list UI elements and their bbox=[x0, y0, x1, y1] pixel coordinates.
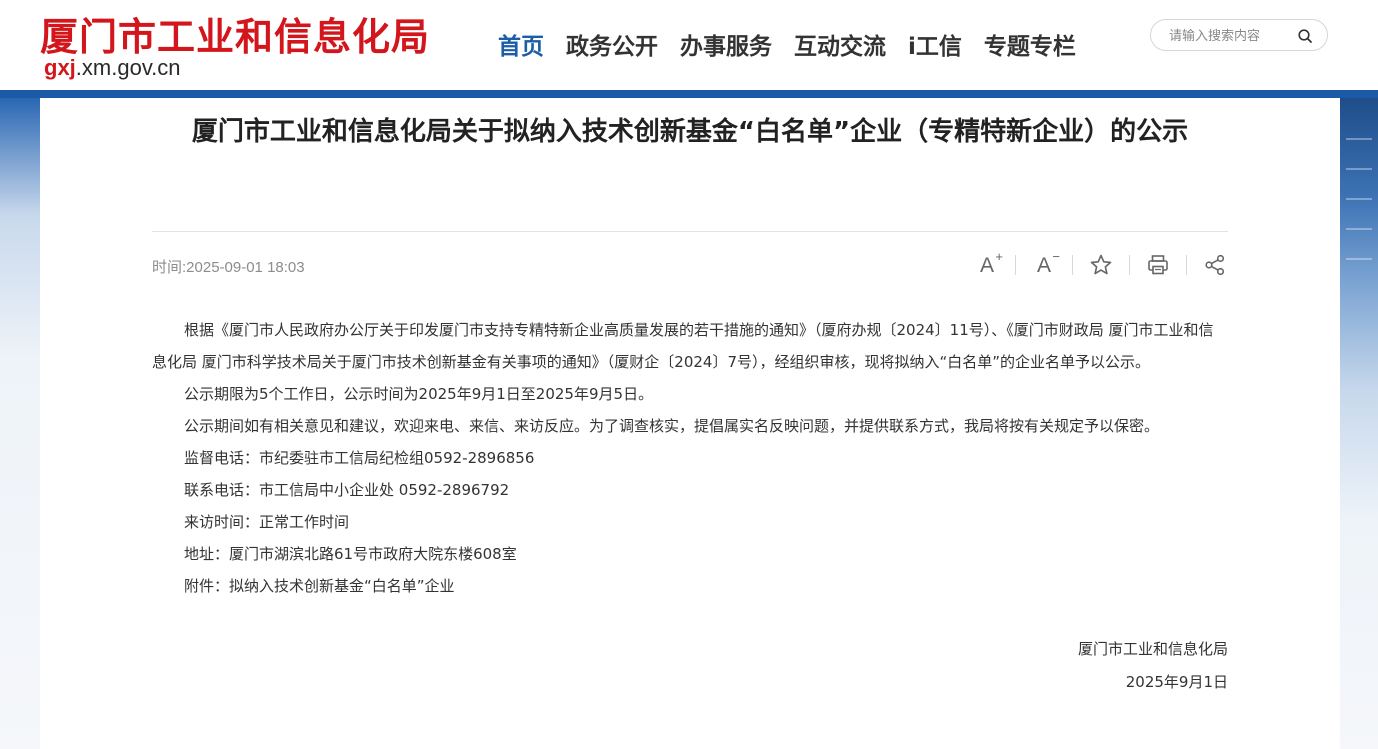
font-increase-button[interactable]: A + bbox=[974, 248, 1003, 278]
paragraph-feedback: 公示期间如有相关意见和建议，欢迎来电、来信、来访反应。为了调查核实，提倡属实名反… bbox=[184, 417, 1160, 435]
favorite-button[interactable] bbox=[1088, 252, 1114, 278]
attachment-link[interactable]: 拟纳入技术创新基金“白名单”企业 bbox=[229, 577, 455, 595]
title-divider bbox=[152, 231, 1228, 232]
paragraph-visit-time: 来访时间：正常工作时间 bbox=[184, 513, 350, 531]
search-input[interactable] bbox=[1167, 25, 1291, 47]
paragraph-basis: 根据《厦门市人民政府办公厅关于印发厦门市支持专精特新企业高质量发展的若干措施的通… bbox=[152, 321, 1214, 371]
attachment-label: 附件： bbox=[184, 577, 230, 595]
share-button[interactable] bbox=[1202, 252, 1228, 278]
nav-item-services[interactable]: 办事服务 bbox=[680, 27, 772, 61]
article-title: 厦门市工业和信息化局关于拟纳入技术创新基金“白名单”企业（专精特新企业）的公示 bbox=[191, 117, 1189, 147]
font-decrease-icon: A − bbox=[1036, 248, 1060, 277]
toolbar-separator bbox=[1186, 255, 1187, 275]
nav-item-topics[interactable]: 专题专栏 bbox=[984, 27, 1076, 61]
time-value: 2025-09-01 18:03 bbox=[186, 259, 305, 276]
article-meta: 时间:2025-09-01 18:03 bbox=[152, 256, 305, 277]
article-toolbar: A + A − bbox=[974, 250, 1228, 280]
paragraph-period: 公示期限为5个工作日，公示时间为2025年9月1日至2025年9月5日。 bbox=[184, 385, 654, 403]
paragraph-address: 地址：厦门市湖滨北路61号市政府大院东楼608室 bbox=[184, 545, 517, 563]
header-blue-band bbox=[0, 90, 1378, 98]
site-domain: gxj.xm.gov.cn bbox=[44, 55, 181, 81]
main-nav: 首页 政务公开 办事服务 互动交流 i工信 专题专栏 bbox=[498, 27, 1098, 61]
domain-rest: .xm.gov.cn bbox=[75, 55, 181, 80]
site-logo-title[interactable]: 厦门市工业和信息化局 bbox=[40, 6, 430, 61]
nav-item-home[interactable]: 首页 bbox=[498, 27, 544, 61]
search-icon[interactable] bbox=[1297, 28, 1313, 44]
font-decrease-button[interactable]: A − bbox=[1031, 248, 1060, 278]
site-header: 厦门市工业和信息化局 gxj.xm.gov.cn 首页 政务公开 办事服务 互动… bbox=[0, 0, 1378, 90]
time-label: 时间: bbox=[152, 259, 187, 276]
star-icon bbox=[1090, 254, 1112, 275]
nav-item-i-gongxin[interactable]: i工信 bbox=[908, 27, 962, 61]
nav-item-government-affairs[interactable]: 政务公开 bbox=[566, 27, 658, 61]
share-icon bbox=[1205, 254, 1225, 276]
font-increase-icon: A + bbox=[979, 248, 1003, 277]
domain-prefix: gxj bbox=[44, 55, 76, 80]
background-right-decor bbox=[1340, 98, 1378, 749]
background-left-decor bbox=[0, 98, 40, 749]
article-card: 厦门市工业和信息化局关于拟纳入技术创新基金“白名单”企业（专精特新企业）的公示 … bbox=[40, 98, 1340, 749]
search-box bbox=[1150, 19, 1328, 51]
nav-item-interaction[interactable]: 互动交流 bbox=[794, 27, 886, 61]
print-button[interactable] bbox=[1145, 252, 1171, 278]
toolbar-separator bbox=[1015, 255, 1016, 275]
paragraph-supervision-phone: 监督电话：市纪委驻市工信局纪检组0592-2896856 bbox=[184, 449, 535, 467]
toolbar-separator bbox=[1072, 255, 1073, 275]
article-body: 根据《厦门市人民政府办公厅关于印发厦门市支持专精特新企业高质量发展的若干措施的通… bbox=[152, 314, 1228, 602]
print-icon bbox=[1148, 255, 1168, 275]
signature-org: 厦门市工业和信息化局 bbox=[1077, 640, 1228, 658]
paragraph-contact-phone: 联系电话：市工信局中小企业处 0592-2896792 bbox=[184, 481, 510, 499]
signature-date: 2025年9月1日 bbox=[1125, 673, 1228, 691]
paragraph-attachment: 附件：拟纳入技术创新基金“白名单”企业 bbox=[152, 570, 1228, 602]
toolbar-separator bbox=[1129, 255, 1130, 275]
